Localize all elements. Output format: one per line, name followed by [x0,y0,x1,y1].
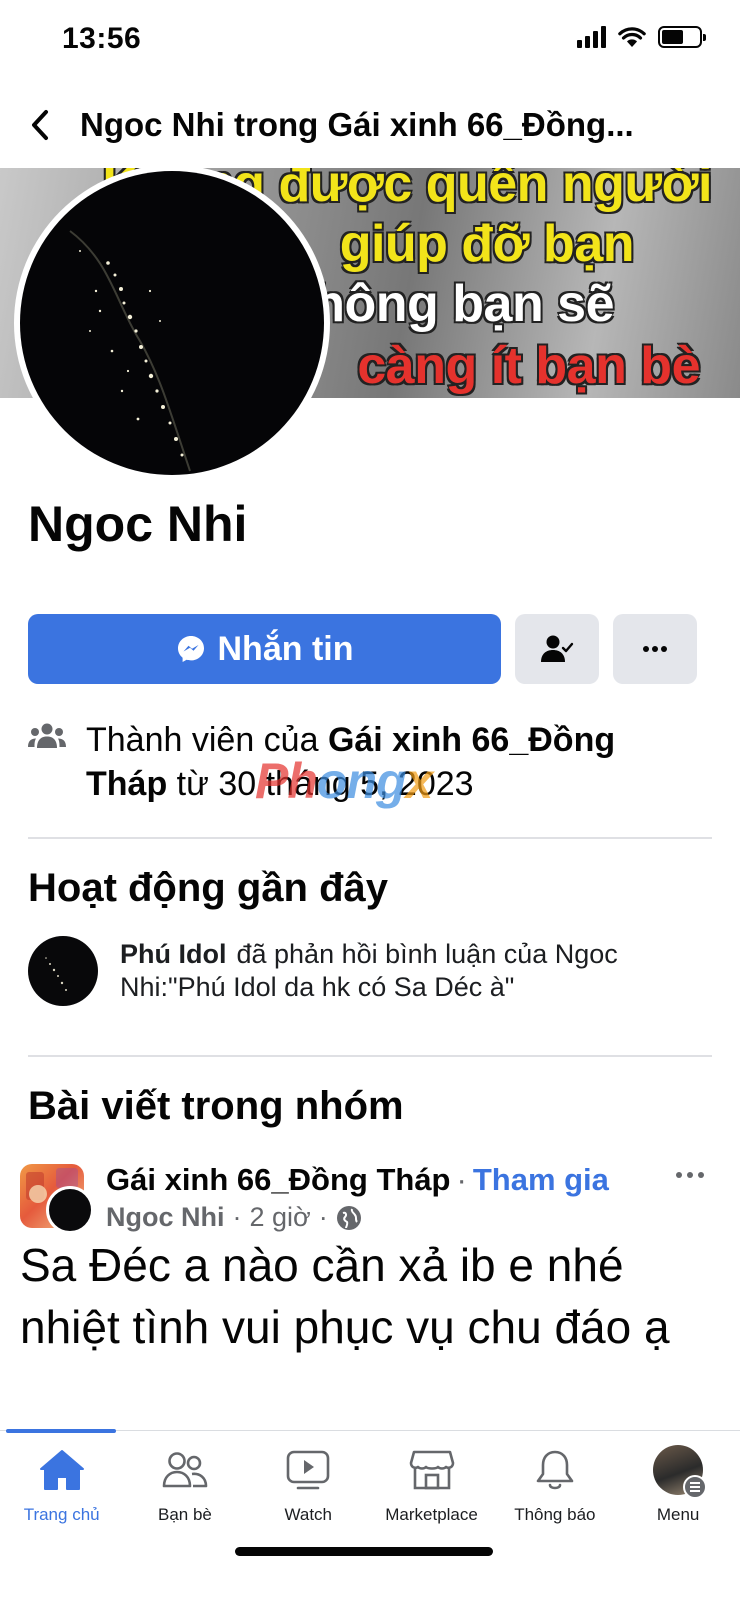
marketplace-icon [409,1450,454,1490]
nav-label: Trang chủ [23,1505,100,1524]
post-time: 2 giờ [249,1202,311,1232]
bell-icon [536,1450,574,1490]
nav-home[interactable]: Trang chủ [0,1445,123,1525]
nav-friends[interactable]: Bạn bè [123,1445,246,1525]
nav-label: Bạn bè [158,1505,212,1524]
profile-actions: Nhắn tin [28,614,712,684]
activity-actor[interactable]: Phú Idol [120,939,226,969]
nav-menu[interactable]: Menu [616,1445,739,1525]
globe-icon [336,1205,361,1230]
recent-activity-title: Hoạt động gần đây [28,866,388,910]
menu-avatar-icon [653,1445,708,1499]
nav-watch[interactable]: Watch [247,1445,370,1525]
friends-icon [162,1452,208,1488]
nav-notifications[interactable]: Thông báo [493,1445,616,1525]
nav-label: Menu [656,1505,700,1524]
group-posts-title: Bài viết trong nhóm [28,1084,404,1128]
avatar-night-photo [20,171,324,475]
wifi-icon [618,27,646,47]
messenger-icon [177,636,204,662]
members-icon [28,718,66,806]
active-tab-indicator [6,1429,116,1433]
divider [28,1055,712,1057]
bottom-navigation: Trang chủ Bạn bè Watch Marketplace Thông… [0,1429,740,1600]
cellular-signal-icon [577,26,606,48]
nav-label: Watch [284,1505,333,1524]
friend-check-icon [541,635,574,662]
page-title: Ngoc Nhi trong Gái xinh 66_Đồng... [80,106,634,143]
watch-icon [286,1450,330,1490]
profile-name: Ngoc Nhi [28,496,248,552]
message-button-label: Nhắn tin [217,629,354,668]
activity-item[interactable]: Phú Idol đã phản hồi bình luận của Ngoc N… [28,936,712,1006]
cover-text-line: càng ít bạn bè [357,337,700,395]
nav-marketplace[interactable]: Marketplace [370,1445,493,1525]
more-icon [643,646,667,652]
post-body-text[interactable]: Sa Đéc a nào cần xả ib e nhé nhiệt tình … [20,1234,720,1358]
watermark-logo: Phongx [255,753,433,809]
avatar [28,936,98,1006]
join-group-link[interactable]: Tham gia [473,1162,609,1197]
nav-label: Marketplace [385,1505,478,1524]
friend-status-button[interactable] [515,614,599,684]
post-more-button[interactable] [670,1160,710,1190]
hamburger-icon [683,1475,708,1499]
profile-page: 13:56 Ngoc Nhi trong Gái xinh 66_Đồng...… [0,0,740,1600]
activity-text: Phú Idol đã phản hồi bình luận của Ngoc N… [120,939,618,1002]
status-icons [577,26,706,48]
post-group-name[interactable]: Gái xinh 66_Đồng Tháp [106,1162,451,1197]
nav-label: Thông báo [514,1505,596,1524]
message-button[interactable]: Nhắn tin [28,614,501,684]
home-icon [39,1450,84,1490]
cover-text-line: không bạn sẽ [284,275,615,333]
author-avatar[interactable] [46,1186,94,1234]
post-meta: Ngoc Nhi · 2 giờ · [106,1202,362,1233]
cover-text-line: giúp đỡ bạn [339,215,635,273]
profile-avatar[interactable] [14,165,330,481]
divider [28,837,712,839]
page-header: Ngoc Nhi trong Gái xinh 66_Đồng... [0,82,740,168]
post-group-line: Gái xinh 66_Đồng Tháp · Tham gia [106,1162,609,1197]
chevron-left-icon [32,110,48,140]
post-author[interactable]: Ngoc Nhi [106,1202,225,1233]
home-indicator[interactable] [235,1547,493,1556]
back-button[interactable] [0,82,80,168]
battery-icon [658,26,706,48]
status-bar: 13:56 [0,0,740,82]
status-time: 13:56 [62,22,142,55]
more-icon [676,1172,704,1178]
post-header: Gái xinh 66_Đồng Tháp · Tham gia Ngoc Nhi … [20,1160,720,1240]
more-options-button[interactable] [613,614,697,684]
